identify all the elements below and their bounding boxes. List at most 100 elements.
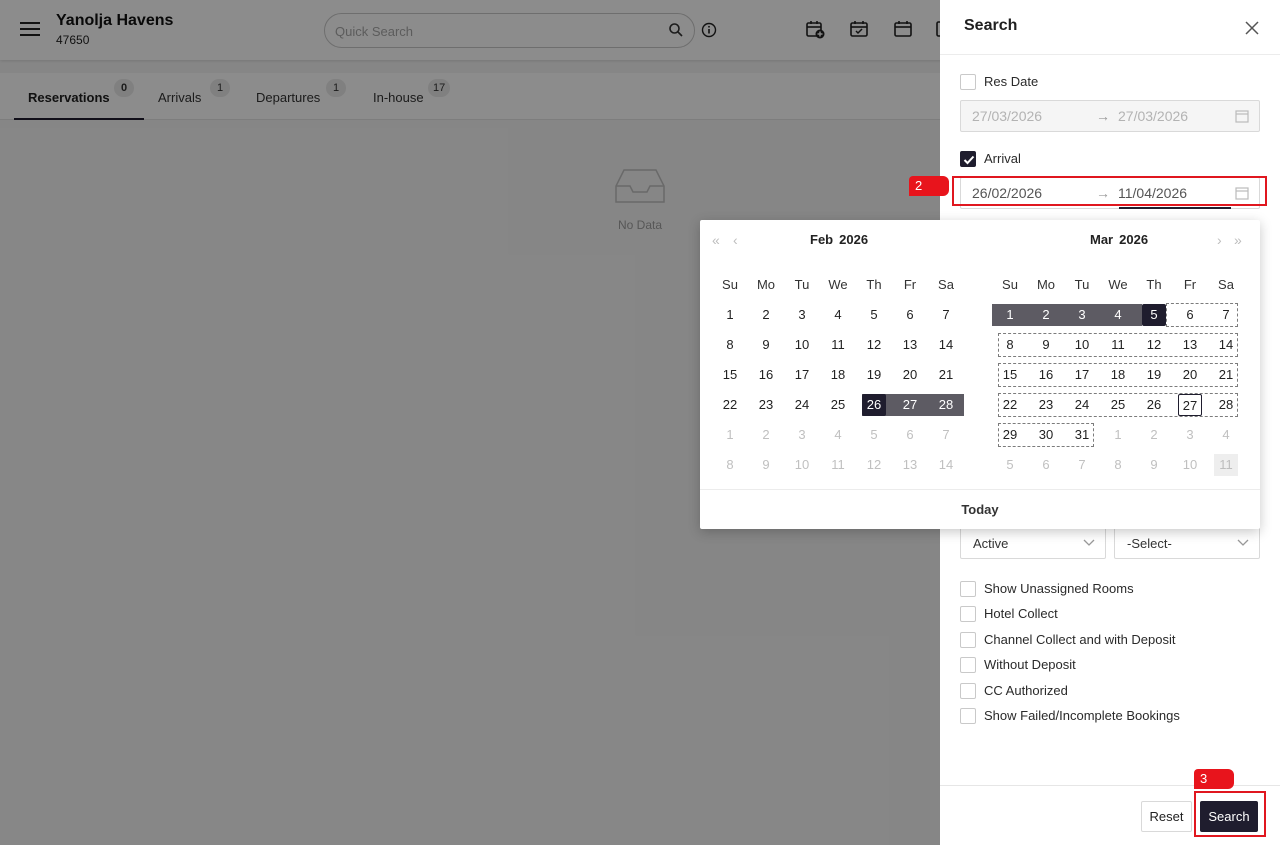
left-year[interactable]: 2026 [839,232,868,247]
right-calendar-day[interactable]: 6 [1034,454,1058,476]
left-calendar-day[interactable]: 5 [862,424,886,446]
right-calendar-day[interactable]: 4 [1214,424,1238,446]
left-calendar-day[interactable]: 26 [862,394,886,416]
left-month[interactable]: Feb [810,232,833,247]
res-date-checkbox[interactable] [960,74,976,90]
left-calendar-day[interactable]: 1 [718,424,742,446]
left-calendar-day[interactable]: 1 [718,304,742,326]
right-calendar-day[interactable]: 7 [1214,304,1238,326]
right-calendar-day[interactable]: 7 [1070,454,1094,476]
right-calendar-day[interactable]: 24 [1070,394,1094,416]
arrival-checkbox[interactable] [960,151,976,167]
left-calendar-day[interactable]: 28 [934,394,958,416]
right-calendar-day[interactable]: 4 [1106,304,1130,326]
left-calendar-day[interactable]: 16 [754,364,778,386]
right-calendar-day[interactable]: 6 [1178,304,1202,326]
right-calendar-day[interactable]: 12 [1142,334,1166,356]
right-calendar-day[interactable]: 2 [1142,424,1166,446]
left-calendar-day[interactable]: 5 [862,304,886,326]
left-calendar-day[interactable]: 10 [790,454,814,476]
right-calendar-day[interactable]: 5 [1142,304,1166,326]
left-calendar-day[interactable]: 4 [826,304,850,326]
right-calendar-day[interactable]: 19 [1142,364,1166,386]
right-calendar-day[interactable]: 25 [1106,394,1130,416]
left-month-year[interactable]: Feb 2026 [810,232,868,247]
left-calendar-day[interactable]: 24 [790,394,814,416]
next-year-icon[interactable]: » [1234,232,1242,248]
left-calendar-day[interactable]: 20 [898,364,922,386]
right-calendar-day[interactable]: 11 [1214,454,1238,476]
right-calendar-day[interactable]: 31 [1070,424,1094,446]
left-calendar-day[interactable]: 13 [898,454,922,476]
reset-button[interactable]: Reset [1141,801,1192,832]
channel-collect-checkbox[interactable] [960,632,976,648]
cc-authorized-checkbox[interactable] [960,683,976,699]
right-calendar-day[interactable]: 9 [1142,454,1166,476]
right-calendar-day[interactable]: 5 [998,454,1022,476]
right-calendar-day[interactable]: 23 [1034,394,1058,416]
left-calendar-day[interactable]: 7 [934,304,958,326]
without-deposit-checkbox[interactable] [960,657,976,673]
res-date-range-picker[interactable]: 27/03/2026 → 27/03/2026 [960,100,1260,132]
right-calendar-day[interactable]: 21 [1214,364,1238,386]
left-calendar-day[interactable]: 14 [934,454,958,476]
left-calendar-day[interactable]: 6 [898,304,922,326]
left-calendar-day[interactable]: 10 [790,334,814,356]
left-calendar-day[interactable]: 19 [862,364,886,386]
right-calendar-day[interactable]: 3 [1178,424,1202,446]
right-calendar-day[interactable]: 18 [1106,364,1130,386]
left-calendar-day[interactable]: 21 [934,364,958,386]
left-calendar-day[interactable]: 22 [718,394,742,416]
right-calendar-day[interactable]: 1 [998,304,1022,326]
left-calendar-day[interactable]: 4 [826,424,850,446]
left-calendar-day[interactable]: 27 [898,394,922,416]
right-calendar-day[interactable]: 10 [1178,454,1202,476]
right-calendar-day[interactable]: 11 [1106,334,1130,356]
today-button[interactable]: Today [700,502,1260,517]
left-calendar-day[interactable]: 13 [898,334,922,356]
right-calendar-day[interactable]: 8 [1106,454,1130,476]
left-calendar-day[interactable]: 14 [934,334,958,356]
right-calendar-day[interactable]: 17 [1070,364,1094,386]
right-calendar-day[interactable]: 13 [1178,334,1202,356]
left-calendar-day[interactable]: 17 [790,364,814,386]
left-calendar-day[interactable]: 11 [826,454,850,476]
right-calendar-day[interactable]: 9 [1034,334,1058,356]
left-calendar-day[interactable]: 12 [862,334,886,356]
right-calendar-day[interactable]: 16 [1034,364,1058,386]
left-calendar-day[interactable]: 18 [826,364,850,386]
left-calendar-day[interactable]: 15 [718,364,742,386]
right-year[interactable]: 2026 [1119,232,1148,247]
left-calendar-day[interactable]: 25 [826,394,850,416]
show-unassigned-rooms-checkbox[interactable] [960,581,976,597]
right-calendar-day[interactable]: 15 [998,364,1022,386]
left-calendar-day[interactable]: 9 [754,334,778,356]
right-calendar-day[interactable]: 2 [1034,304,1058,326]
left-calendar-day[interactable]: 2 [754,424,778,446]
next-month-icon[interactable]: › [1217,232,1222,248]
prev-year-icon[interactable]: « [712,232,720,248]
left-calendar-day[interactable]: 9 [754,454,778,476]
left-calendar-day[interactable]: 3 [790,424,814,446]
right-calendar-day[interactable]: 26 [1142,394,1166,416]
right-calendar-day[interactable]: 28 [1214,394,1238,416]
right-calendar-day[interactable]: 1 [1106,424,1130,446]
left-calendar-day[interactable]: 2 [754,304,778,326]
status-select[interactable]: Active [960,527,1106,559]
hotel-collect-checkbox[interactable] [960,606,976,622]
secondary-select[interactable]: -Select- [1114,527,1260,559]
right-calendar-day[interactable]: 27 [1178,394,1202,416]
show-failed-bookings-checkbox[interactable] [960,708,976,724]
left-calendar-day[interactable]: 7 [934,424,958,446]
right-calendar-day[interactable]: 22 [998,394,1022,416]
left-calendar-day[interactable]: 8 [718,454,742,476]
right-month-year[interactable]: Mar 2026 [1090,232,1148,247]
right-calendar-day[interactable]: 10 [1070,334,1094,356]
close-icon[interactable] [1244,20,1260,36]
right-calendar-day[interactable]: 8 [998,334,1022,356]
left-calendar-day[interactable]: 3 [790,304,814,326]
left-calendar-day[interactable]: 8 [718,334,742,356]
left-calendar-day[interactable]: 23 [754,394,778,416]
right-calendar-day[interactable]: 20 [1178,364,1202,386]
right-month[interactable]: Mar [1090,232,1113,247]
